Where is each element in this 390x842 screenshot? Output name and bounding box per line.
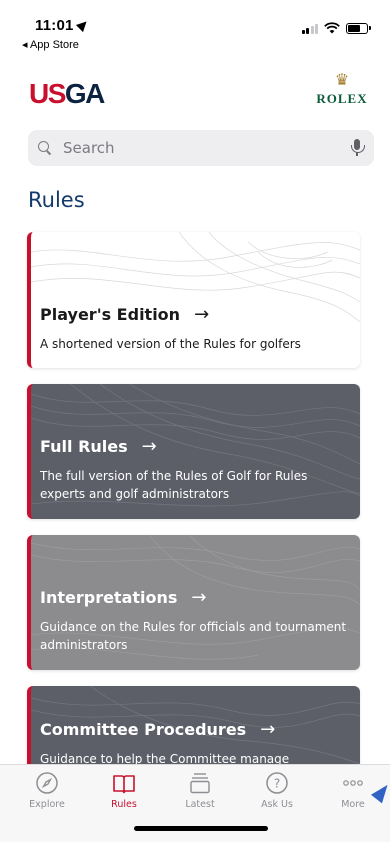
back-to-app-store[interactable]: ◂ App Store (22, 38, 79, 51)
logo-ga: GA (64, 78, 106, 109)
status-bar: 11:01 ◂ App Store (0, 0, 390, 56)
logo-us: US (29, 78, 66, 109)
card-title-text: Full Rules (40, 437, 128, 456)
arrow-right-icon: → (194, 304, 210, 325)
card-title: Full Rules → (40, 436, 348, 457)
microphone-icon[interactable] (350, 139, 365, 157)
card-title-text: Interpretations (40, 588, 178, 607)
card-description: Guidance on the Rules for officials and … (40, 620, 347, 652)
arrow-right-icon: → (260, 719, 276, 740)
arrow-right-icon: → (191, 587, 207, 608)
wifi-icon (324, 22, 340, 34)
card-description: A shortened version of the Rules for gol… (40, 337, 301, 351)
tab-latest[interactable]: Latest (170, 771, 230, 810)
tab-ask-us[interactable]: ? Ask Us (247, 771, 307, 810)
time-text: 11:01 (35, 17, 74, 34)
more-icon (343, 780, 363, 786)
system-icons (301, 22, 371, 34)
card-players-edition[interactable]: Player's Edition → A shortened version of… (27, 232, 360, 368)
status-time: 11:01 (35, 17, 90, 34)
usga-logo: USGA (29, 78, 106, 110)
arrow-right-icon: → (141, 436, 157, 457)
svg-text:?: ? (274, 777, 280, 791)
card-description: The full version of the Rules of Golf fo… (40, 469, 308, 501)
signal-icon (301, 23, 318, 34)
search-bar[interactable] (28, 130, 374, 166)
card-title: Committee Procedures → (40, 719, 348, 740)
tab-label: Ask Us (261, 799, 293, 810)
search-input[interactable] (63, 139, 350, 157)
card-interpretations[interactable]: Interpretations → Guidance on the Rules f… (27, 535, 360, 670)
tab-label: Latest (185, 799, 215, 810)
battery-icon (346, 22, 371, 34)
card-title: Player's Edition → (40, 304, 348, 325)
home-indicator[interactable] (134, 826, 268, 831)
compass-icon (36, 772, 58, 794)
location-icon (75, 17, 90, 33)
card-title-text: Player's Edition (40, 305, 181, 324)
stack-icon (190, 773, 210, 794)
tab-label: Explore (29, 799, 65, 810)
section-title: Rules (28, 188, 85, 212)
tab-label: More (341, 799, 365, 810)
rolex-logo: ♛ ROLEX (310, 72, 374, 107)
card-full-rules[interactable]: Full Rules → The full version of the Rule… (27, 384, 360, 519)
search-icon (38, 140, 53, 156)
tab-label: Rules (111, 799, 137, 810)
card-title: Interpretations → (40, 587, 348, 608)
question-icon: ? (266, 772, 288, 794)
tab-explore[interactable]: Explore (17, 771, 77, 810)
card-title-text: Committee Procedures (40, 720, 247, 739)
rolex-wordmark: ROLEX (316, 91, 368, 106)
crown-icon: ♛ (334, 70, 350, 89)
book-icon (113, 775, 135, 794)
tab-rules[interactable]: Rules (94, 771, 154, 810)
